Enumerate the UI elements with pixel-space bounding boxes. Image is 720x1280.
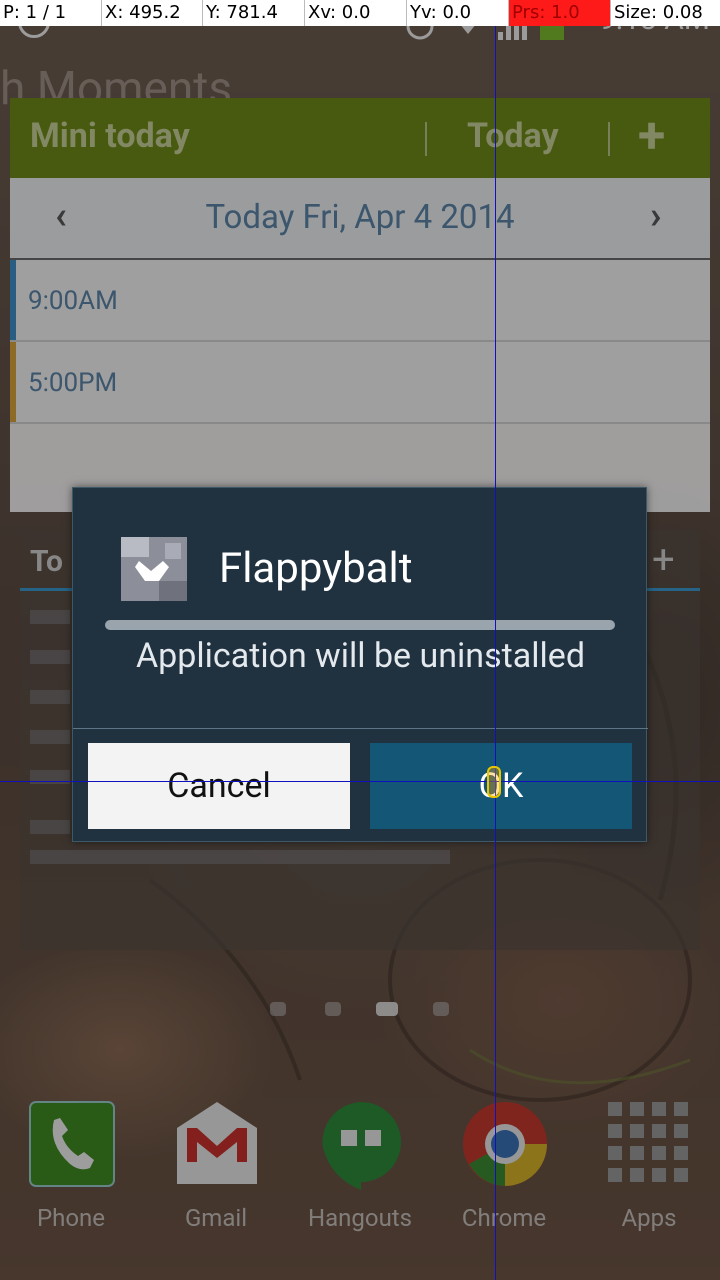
dialog-app-name: Flappybalt bbox=[219, 544, 413, 593]
ok-button[interactable]: OK bbox=[370, 743, 632, 829]
debug-y: Y: 781.4 bbox=[203, 0, 305, 26]
uninstall-dialog: Flappybalt Application will be uninstall… bbox=[72, 487, 648, 843]
dialog-buttons: Cancel OK bbox=[73, 728, 648, 843]
dialog-divider bbox=[105, 620, 615, 630]
debug-yv: Yv: 0.0 bbox=[407, 0, 509, 26]
dialog-message: Application will be uninstalled bbox=[136, 636, 585, 676]
pointer-crosshair-vertical bbox=[495, 0, 496, 1280]
debug-pointer: P: 1 / 1 bbox=[0, 0, 102, 26]
touch-point-indicator bbox=[487, 766, 501, 798]
debug-xv: Xv: 0.0 bbox=[305, 0, 407, 26]
flappybalt-app-icon bbox=[121, 537, 187, 601]
debug-x: X: 495.2 bbox=[102, 0, 203, 26]
pointer-location-bar: P: 1 / 1 X: 495.2 Y: 781.4 Xv: 0.0 Yv: 0… bbox=[0, 0, 720, 26]
debug-pressure: Prs: 1.0 bbox=[509, 0, 611, 26]
pointer-crosshair-horizontal bbox=[0, 781, 720, 782]
debug-size: Size: 0.08 bbox=[614, 2, 703, 23]
cancel-button[interactable]: Cancel bbox=[88, 743, 350, 829]
